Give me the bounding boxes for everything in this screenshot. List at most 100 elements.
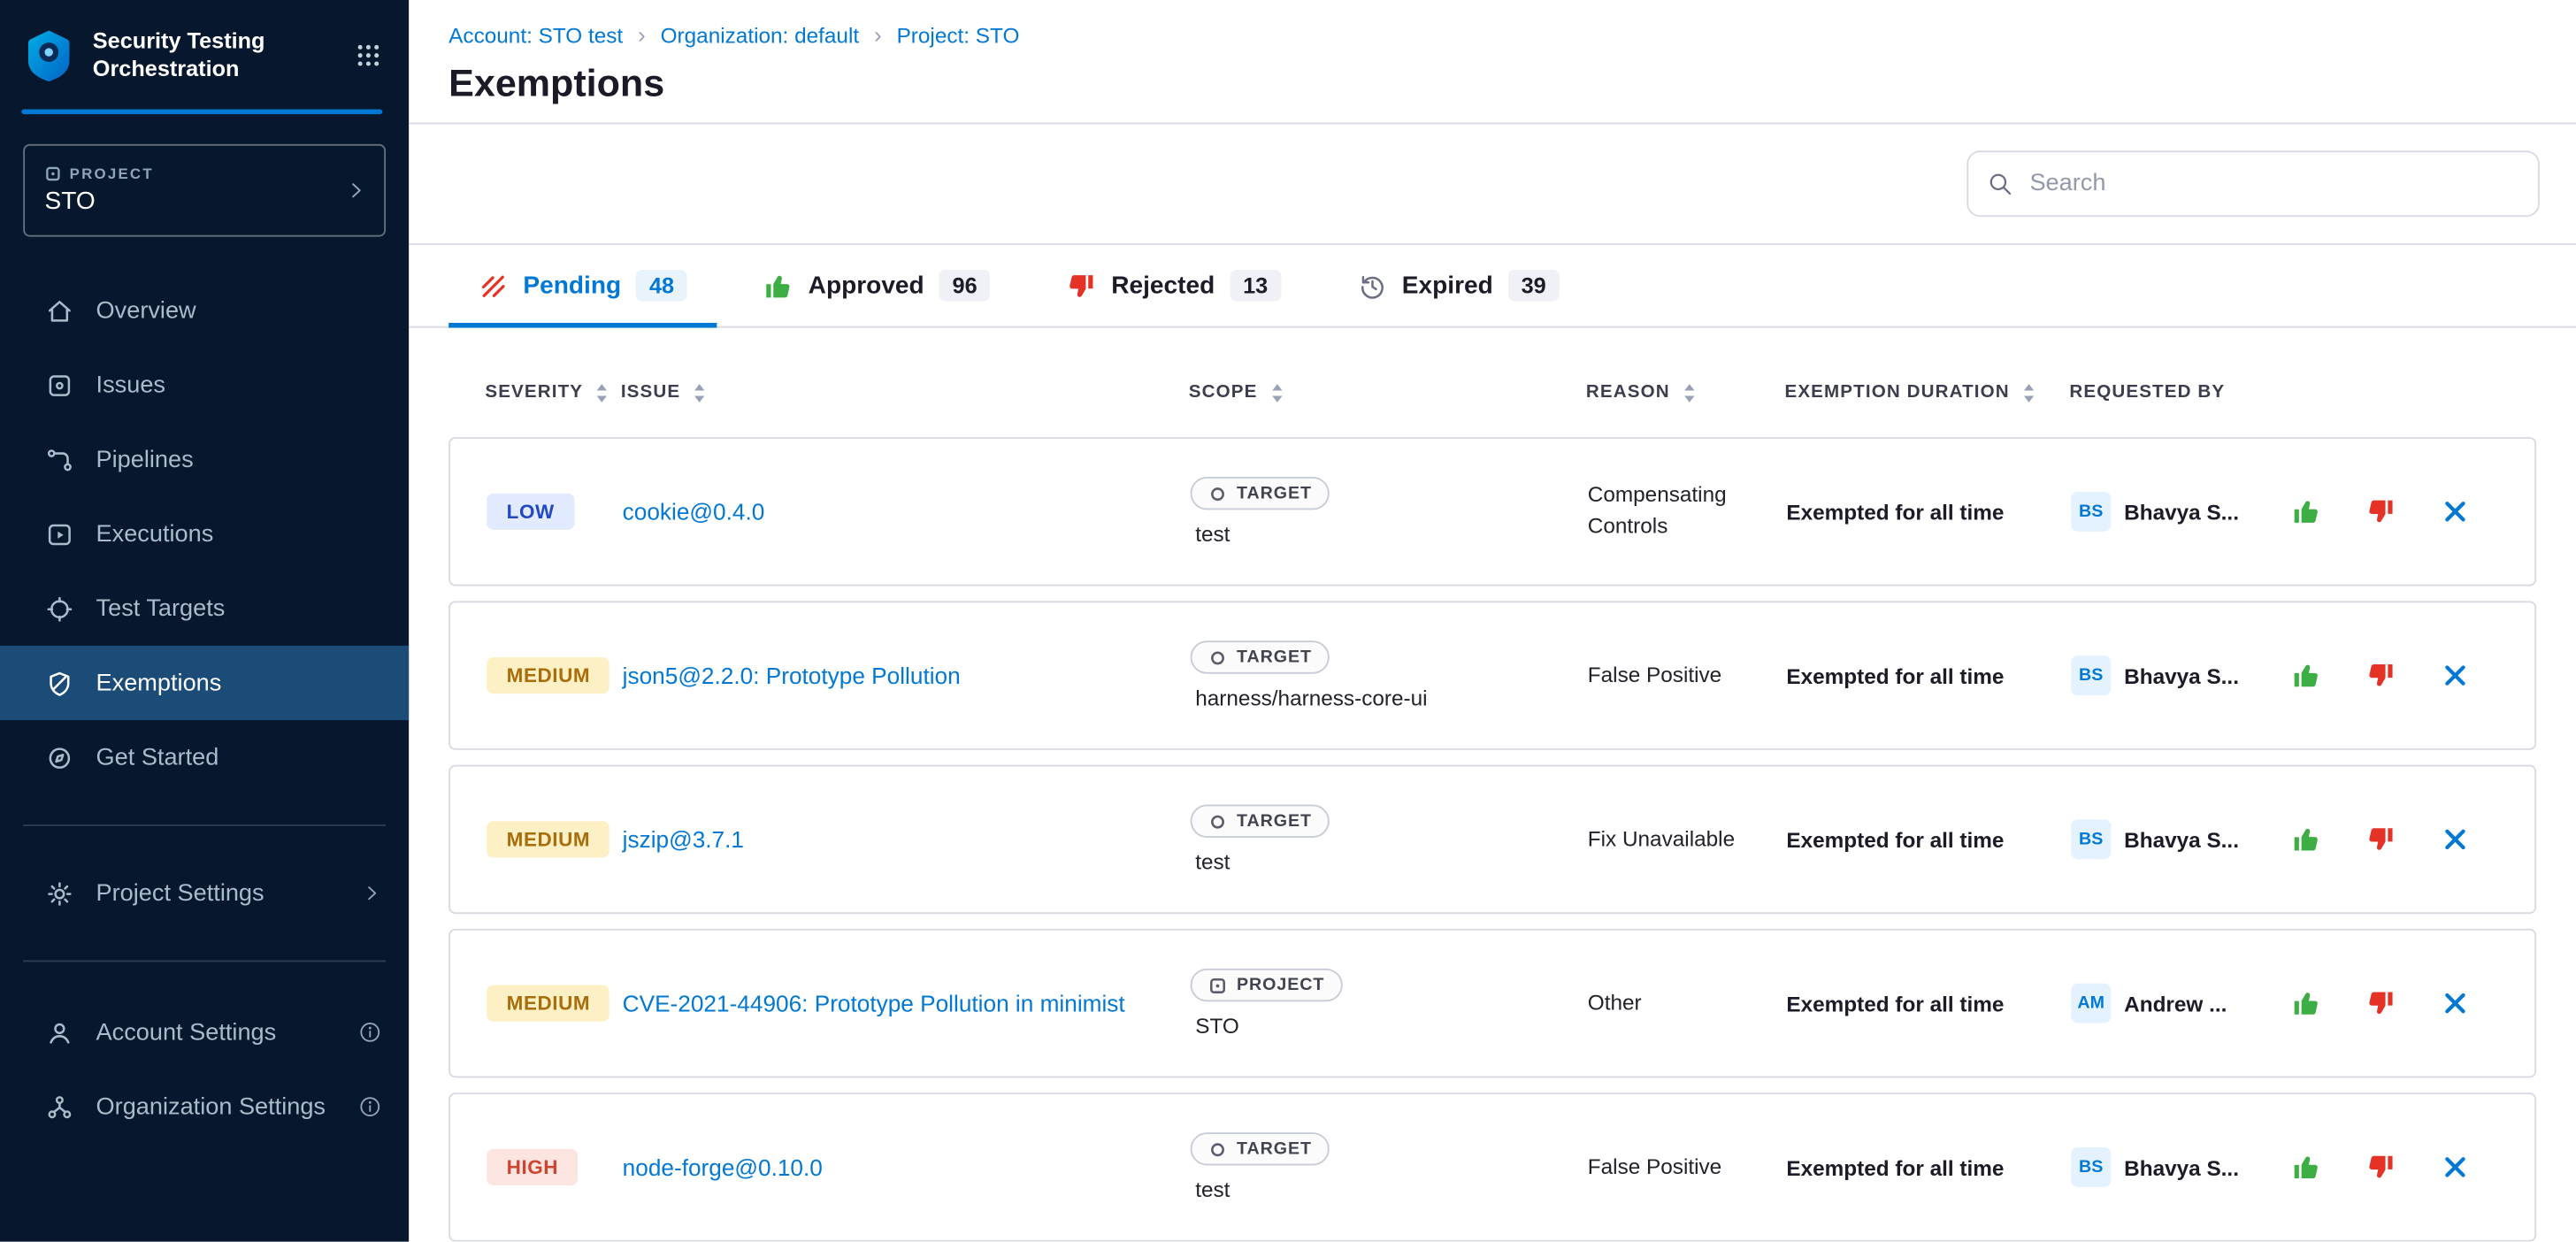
sidebar-item-project-settings[interactable]: Project Settings xyxy=(0,856,409,931)
sort-icon xyxy=(692,381,707,402)
close-icon xyxy=(2441,824,2471,855)
breadcrumb-account[interactable]: Account: STO test xyxy=(448,22,623,47)
sort-icon xyxy=(594,381,610,402)
search-icon xyxy=(1987,171,2013,197)
target-icon xyxy=(1208,812,1227,831)
issue-link[interactable]: jszip@3.7.1 xyxy=(623,822,774,856)
project-selector-value: STO xyxy=(45,187,154,215)
column-header-scope[interactable]: SCOPE xyxy=(1189,381,1586,402)
dismiss-button[interactable] xyxy=(2441,988,2471,1018)
sidebar-item-label: Project Settings xyxy=(96,880,264,907)
avatar: AM xyxy=(2071,984,2111,1024)
column-label: REQUESTED BY xyxy=(2069,382,2225,402)
exemptions-table: SEVERITY ISSUE SCOPE REASON EXEMPTION DU… xyxy=(409,328,2576,1242)
tab-count-badge: 39 xyxy=(1508,270,1560,302)
issue-link[interactable]: CVE-2021-44906: Prototype Pollution in m… xyxy=(623,985,1155,1020)
column-header-exemption-duration[interactable]: EXEMPTION DURATION xyxy=(1784,381,2069,402)
table-row: MEDIUM CVE-2021-44906: Prototype Polluti… xyxy=(448,929,2536,1077)
approve-button[interactable] xyxy=(2291,661,2321,691)
org-icon xyxy=(45,1092,75,1122)
approve-button[interactable] xyxy=(2291,824,2321,855)
executions-icon xyxy=(45,519,75,549)
dismiss-button[interactable] xyxy=(2441,661,2471,691)
dismiss-button[interactable] xyxy=(2441,824,2471,855)
reason-text: False Positive xyxy=(1588,1152,1787,1183)
sidebar-item-organization-settings[interactable]: Organization Settings xyxy=(0,1070,409,1144)
severity-badge: LOW xyxy=(487,494,574,530)
reject-button[interactable] xyxy=(2365,661,2396,691)
gear-icon xyxy=(45,878,75,908)
tab-count-badge: 48 xyxy=(636,270,687,302)
project-icon xyxy=(45,165,62,182)
thumbs-down-icon xyxy=(2365,661,2396,691)
sidebar-item-label: Exemptions xyxy=(96,670,222,696)
exemption-duration: Exempted for all time xyxy=(1786,991,2071,1016)
dismiss-button[interactable] xyxy=(2441,496,2471,526)
tab-pending[interactable]: Pending 48 xyxy=(448,245,717,326)
close-icon xyxy=(2441,988,2471,1018)
table-header: SEVERITY ISSUE SCOPE REASON EXEMPTION DU… xyxy=(448,348,2536,437)
approve-button[interactable] xyxy=(2291,988,2321,1018)
sidebar-item-overview[interactable]: Overview xyxy=(0,273,409,348)
table-row: MEDIUM jszip@3.7.1 TARGET test Fix Unava… xyxy=(448,765,2536,914)
scope-pill: TARGET xyxy=(1191,640,1330,673)
project-selector[interactable]: PROJECT STO xyxy=(23,144,386,237)
search-input[interactable] xyxy=(2027,169,2520,199)
scope-name: test xyxy=(1191,522,1230,547)
scope-type-label: TARGET xyxy=(1237,811,1312,831)
issue-link[interactable]: node-forge@0.10.0 xyxy=(623,1150,853,1184)
scope-type-label: TARGET xyxy=(1237,483,1312,502)
reject-button[interactable] xyxy=(2365,988,2396,1018)
severity-badge: MEDIUM xyxy=(487,821,610,857)
scope-name: test xyxy=(1191,1177,1230,1202)
table-row: MEDIUM json5@2.2.0: Prototype Pollution … xyxy=(448,601,2536,749)
sidebar-item-issues[interactable]: Issues xyxy=(0,348,409,422)
search-box[interactable] xyxy=(1966,150,2540,217)
person-icon xyxy=(45,1017,75,1047)
avatar: BS xyxy=(2071,819,2111,859)
tab-label: Pending xyxy=(523,272,621,300)
scope-pill: PROJECT xyxy=(1191,969,1343,1001)
exemption-duration: Exempted for all time xyxy=(1786,499,2071,524)
dismiss-button[interactable] xyxy=(2441,1153,2471,1183)
sidebar-item-exemptions[interactable]: Exemptions xyxy=(0,646,409,720)
toolbar xyxy=(409,124,2576,245)
scope-name: test xyxy=(1191,849,1230,874)
issue-link[interactable]: json5@2.2.0: Prototype Pollution xyxy=(623,658,991,693)
tab-count-badge: 13 xyxy=(1230,270,1281,302)
sidebar-item-label: Overview xyxy=(96,297,196,324)
reject-button[interactable] xyxy=(2365,1153,2396,1183)
reject-button[interactable] xyxy=(2365,824,2396,855)
sidebar-item-account-settings[interactable]: Account Settings xyxy=(0,995,409,1070)
sidebar-item-pipelines[interactable]: Pipelines xyxy=(0,422,409,496)
sidebar-item-get-started[interactable]: Get Started xyxy=(0,720,409,794)
approve-button[interactable] xyxy=(2291,496,2321,526)
breadcrumb-organization[interactable]: Organization: default xyxy=(661,22,860,47)
compass-icon xyxy=(45,742,75,772)
column-header-reason[interactable]: REASON xyxy=(1586,381,1785,402)
thumbs-up-icon xyxy=(763,271,794,301)
module-accent-bar xyxy=(21,110,382,115)
reject-button[interactable] xyxy=(2365,496,2396,526)
avatar: BS xyxy=(2071,1147,2111,1187)
tab-expired[interactable]: Expired 39 xyxy=(1328,245,1590,326)
sidebar-header: Security Testing Orchestration xyxy=(0,0,409,110)
sidebar-item-label: Get Started xyxy=(96,744,219,770)
module-grid-icon[interactable] xyxy=(355,41,383,69)
sidebar-item-test-targets[interactable]: Test Targets xyxy=(0,571,409,646)
approve-button[interactable] xyxy=(2291,1153,2321,1183)
column-header-issue[interactable]: ISSUE xyxy=(621,381,1189,402)
sidebar-item-executions[interactable]: Executions xyxy=(0,496,409,571)
breadcrumb-project[interactable]: Project: STO xyxy=(897,22,1020,47)
column-header-severity[interactable]: SEVERITY xyxy=(485,381,620,402)
thumbs-down-icon xyxy=(2365,1153,2396,1183)
requested-by-name: Bhavya S... xyxy=(2124,663,2239,688)
close-icon xyxy=(2441,661,2471,691)
tab-rejected[interactable]: Rejected 13 xyxy=(1037,245,1311,326)
sidebar-item-label: Organization Settings xyxy=(96,1093,326,1120)
issue-link[interactable]: cookie@0.4.0 xyxy=(623,494,794,529)
divider xyxy=(23,824,386,826)
exemption-duration: Exempted for all time xyxy=(1786,827,2071,852)
tab-approved[interactable]: Approved 96 xyxy=(733,245,1020,326)
issues-icon xyxy=(45,370,75,400)
